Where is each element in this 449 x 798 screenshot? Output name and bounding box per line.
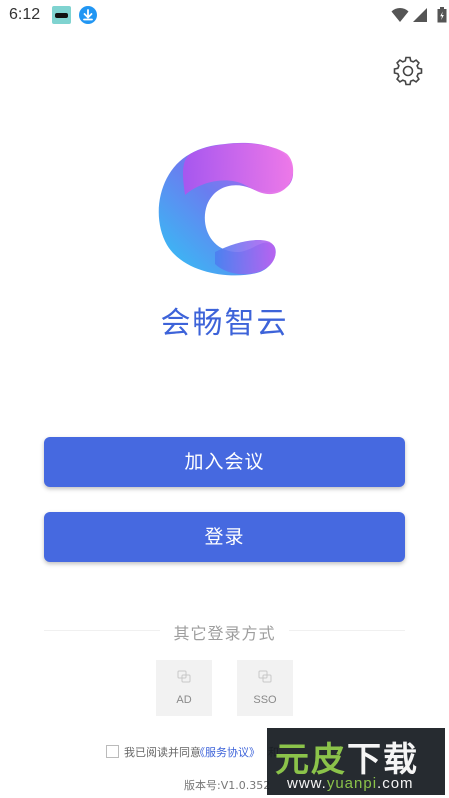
notification-app-icon [52,6,71,24]
ad-icon [177,670,191,683]
gear-icon [393,56,423,86]
ad-login-button[interactable]: AD [156,660,212,716]
login-button[interactable]: 登录 [44,512,405,562]
battery-icon [437,7,447,23]
signal-icon [413,8,427,22]
other-login-title: 其它登录方式 [173,624,276,643]
service-agreement-link[interactable]: 《服务协议》 [194,744,260,760]
status-time: 6:12 [9,6,41,23]
status-bar: 6:12 [0,0,449,30]
sso-label: SSO [253,694,277,706]
version-text: 版本号:V1.0.352 [184,779,271,792]
watermark-url: www.yuanpi.com [287,775,414,792]
watermark-title-a: 元皮 [275,740,347,780]
sso-login-button[interactable]: SSO [237,660,293,716]
settings-button[interactable] [393,56,423,86]
join-meeting-button[interactable]: 加入会议 [44,437,405,487]
app-logo [158,142,294,276]
download-icon [79,6,97,24]
agreement-prefix: 我已阅读并同意 [124,746,201,759]
agreement-checkbox[interactable] [106,745,119,758]
watermark-url-b: yuanpi [326,775,378,792]
wifi-icon [391,7,409,22]
watermark-url-a: www. [287,775,327,792]
site-watermark: 元皮下载 www.yuanpi.com [267,728,445,795]
sso-icon [258,670,272,683]
watermark-title-b: 下载 [347,740,419,780]
watermark-title: 元皮下载 [275,732,419,781]
watermark-url-c: .com [377,775,414,792]
ad-label: AD [176,694,192,706]
app-name: 会畅智云 [160,306,289,341]
